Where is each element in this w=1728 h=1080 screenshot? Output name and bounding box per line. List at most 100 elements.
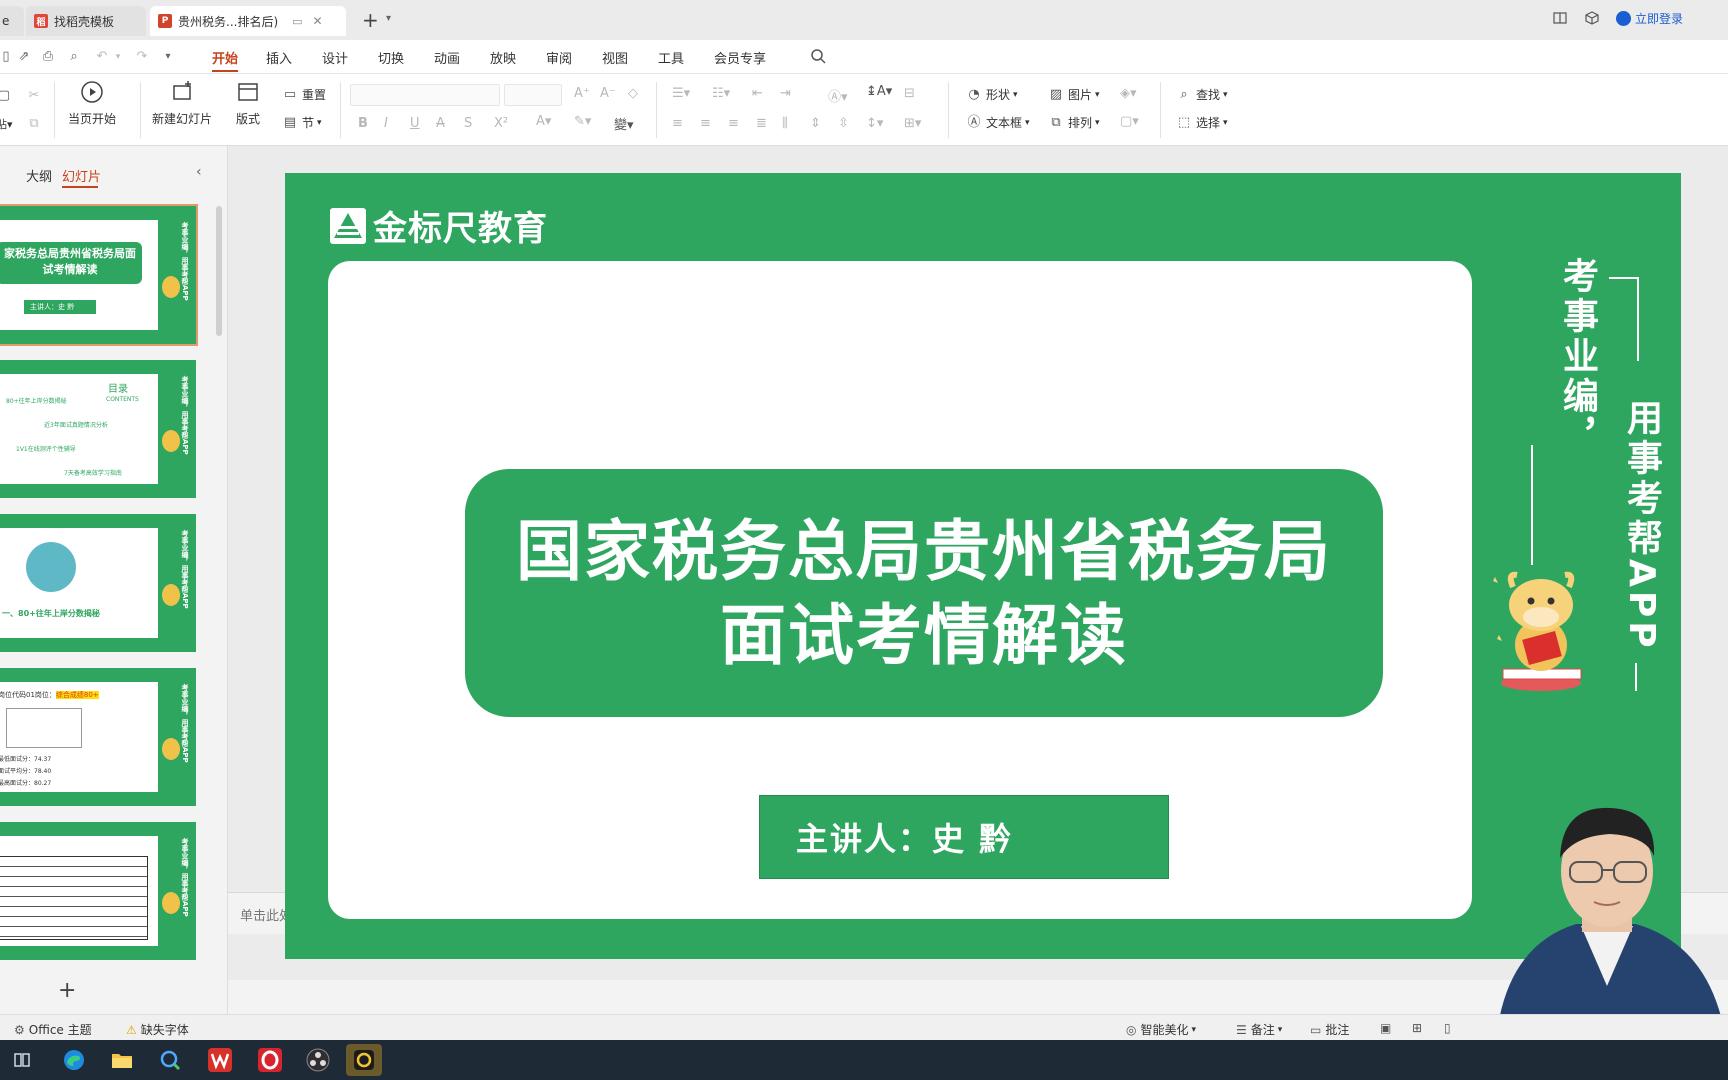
- task-view-icon[interactable]: [4, 1044, 40, 1076]
- tab-daoke-templates[interactable]: 稻 找稻壳模板: [26, 6, 146, 36]
- obs-icon[interactable]: [300, 1044, 336, 1076]
- highlight-icon[interactable]: ✎▾: [574, 114, 591, 129]
- select-button[interactable]: ⬚ 选择 ▾: [1176, 114, 1228, 131]
- collapse-panel-icon[interactable]: ‹: [196, 164, 202, 180]
- text-align-vertical-icon[interactable]: ↨A▾: [866, 84, 892, 99]
- reading-view-icon[interactable]: ▯: [1444, 1021, 1455, 1035]
- columns-icon[interactable]: ⊞▾: [904, 116, 921, 131]
- slide-sorter-icon[interactable]: ⊞: [1412, 1021, 1426, 1035]
- missing-font-status[interactable]: ⚠ 缺失字体: [126, 1021, 189, 1038]
- slide-thumb-2[interactable]: 目录 CONTENTS 80+往年上岸分数揭秘 近3年面试真题情况分析 1V1在…: [0, 360, 196, 498]
- menu-start[interactable]: 开始: [212, 48, 238, 67]
- menu-tools[interactable]: 工具: [658, 48, 684, 67]
- undo-icon[interactable]: ↶: [94, 49, 110, 65]
- tab-outline[interactable]: 大纲: [26, 166, 52, 185]
- italic-icon[interactable]: I: [384, 116, 388, 131]
- menu-design[interactable]: 设计: [322, 48, 348, 67]
- font-name-select[interactable]: [350, 84, 500, 106]
- theme-status[interactable]: ⚙ Office 主题: [14, 1021, 92, 1038]
- screen-icon[interactable]: ▭: [292, 15, 302, 28]
- superscript-icon[interactable]: X²: [494, 116, 508, 131]
- shrink-font-icon[interactable]: A⁻: [600, 86, 616, 101]
- file-explorer-icon[interactable]: [104, 1044, 140, 1076]
- normal-view-icon[interactable]: ▣: [1380, 1021, 1395, 1035]
- shape-button[interactable]: ◔ 形状 ▾: [966, 86, 1017, 103]
- grow-font-icon[interactable]: A⁺: [574, 86, 590, 101]
- more-dropdown-icon[interactable]: ▾: [160, 49, 176, 65]
- from-current-slide-button[interactable]: 当页开始: [68, 80, 116, 127]
- share-icon[interactable]: ⇗: [16, 49, 32, 65]
- font-size-select[interactable]: [504, 84, 562, 106]
- reset-button[interactable]: ▭ 重置: [282, 86, 326, 103]
- line-spacing-dropdown-icon[interactable]: ↕▾: [866, 116, 883, 131]
- align-left-icon[interactable]: ≡: [672, 116, 683, 131]
- align-right-icon[interactable]: ≡: [728, 116, 739, 131]
- slide-thumb-5[interactable]: 考事业编，用事考帮APP: [0, 822, 196, 960]
- print-preview-icon[interactable]: ⌕: [66, 49, 82, 65]
- increase-indent-icon[interactable]: ⇥: [780, 86, 791, 101]
- copy-button[interactable]: ⧉: [26, 116, 46, 132]
- menu-member[interactable]: 会员专享: [714, 48, 766, 67]
- distribute-icon[interactable]: ⫼: [782, 116, 788, 131]
- bold-icon[interactable]: B: [358, 116, 368, 131]
- tab-slides[interactable]: 幻灯片: [62, 166, 101, 185]
- bullets-icon[interactable]: ☰▾: [672, 86, 690, 101]
- search-app-icon[interactable]: [152, 1044, 188, 1076]
- cut-button[interactable]: ✂: [26, 88, 46, 104]
- menu-review[interactable]: 审阅: [546, 48, 572, 67]
- new-tab-icon[interactable]: +: [362, 8, 379, 32]
- menu-insert[interactable]: 插入: [266, 48, 292, 67]
- text-direction-icon[interactable]: Ⓐ▾: [828, 86, 848, 105]
- paste-partial[interactable]: ▢: [0, 88, 16, 104]
- tab-partial[interactable]: e: [0, 6, 24, 36]
- phonetic-icon[interactable]: 變▾: [614, 114, 634, 133]
- outline-icon[interactable]: ▢▾: [1120, 114, 1139, 129]
- clear-format-icon[interactable]: ◇: [628, 86, 638, 101]
- layout-toggle-icon[interactable]: [1552, 10, 1568, 26]
- menu-animation[interactable]: 动画: [434, 48, 460, 67]
- menu-view[interactable]: 视图: [602, 48, 628, 67]
- notes-button[interactable]: ☰ 备注 ▾: [1236, 1021, 1282, 1038]
- slide-thumb-4[interactable]: 岗位代码01岗位：综合成绩80+ 最低面试分：74.37 面试平均分：78.40…: [0, 668, 196, 806]
- underline-icon[interactable]: U: [410, 116, 420, 131]
- section-button[interactable]: ▤ 节 ▾: [282, 114, 322, 131]
- redo-icon[interactable]: ↷: [134, 49, 150, 65]
- menu-slideshow[interactable]: 放映: [490, 48, 516, 67]
- beautify-button[interactable]: ◎ 智能美化 ▾: [1126, 1021, 1196, 1038]
- opera-icon[interactable]: [252, 1044, 288, 1076]
- partial-icon[interactable]: ▯: [0, 49, 14, 65]
- paragraph-spacing-icon[interactable]: ⇳: [838, 116, 849, 131]
- shadow-icon[interactable]: S: [464, 116, 472, 131]
- justify-icon[interactable]: ≣: [756, 116, 767, 131]
- numbering-icon[interactable]: ☷▾: [712, 86, 730, 101]
- wps-icon[interactable]: [202, 1044, 238, 1076]
- picture-button[interactable]: ▨ 图片 ▾: [1048, 86, 1100, 103]
- align-center-icon[interactable]: ≡: [700, 116, 711, 131]
- edge-browser-icon[interactable]: [56, 1044, 92, 1076]
- undo-dropdown-icon[interactable]: ▾: [110, 49, 126, 65]
- slide-thumb-1[interactable]: 家税务总局贵州省税务局面试考情解读 主讲人：史 黔 考事业编，用事考帮APP: [0, 204, 198, 346]
- add-slide-icon[interactable]: +: [58, 978, 76, 1003]
- tab-dropdown-icon[interactable]: ▾: [386, 13, 391, 24]
- cube-icon[interactable]: [1584, 10, 1600, 26]
- title-box[interactable]: 国家税务总局贵州省税务局 面试考情解读: [465, 469, 1383, 717]
- tab-guizhou-tax[interactable]: P 贵州税务...排名后) ▭ ✕: [150, 6, 346, 36]
- font-color-icon[interactable]: A▾: [536, 114, 551, 129]
- print-icon[interactable]: ⎙: [40, 49, 56, 65]
- textbox-button[interactable]: Ⓐ 文本框 ▾: [966, 114, 1029, 131]
- find-button[interactable]: ⌕ 查找 ▾: [1176, 86, 1227, 103]
- presenter-box[interactable]: 主讲人：史 黔: [759, 795, 1169, 879]
- arrange-button[interactable]: ⧉ 排列 ▾: [1048, 114, 1099, 131]
- new-slide-button[interactable]: 新建幻灯片: [152, 80, 212, 127]
- decrease-indent-icon[interactable]: ⇤: [752, 86, 763, 101]
- close-tab-icon[interactable]: ✕: [313, 14, 323, 28]
- panel-scrollbar[interactable]: [216, 206, 222, 336]
- paste-label-partial[interactable]: 贴▾: [0, 116, 13, 132]
- strikethrough-icon[interactable]: A: [436, 116, 445, 131]
- fill-icon[interactable]: ◈▾: [1120, 86, 1137, 101]
- slide-thumb-3[interactable]: 一、80+往年上岸分数揭秘 考事业编，用事考帮APP: [0, 514, 196, 652]
- menu-transition[interactable]: 切换: [378, 48, 404, 67]
- login-button[interactable]: 立即登录: [1616, 10, 1683, 27]
- layout-button[interactable]: 版式: [236, 80, 260, 127]
- recorder-app-icon[interactable]: [346, 1044, 382, 1076]
